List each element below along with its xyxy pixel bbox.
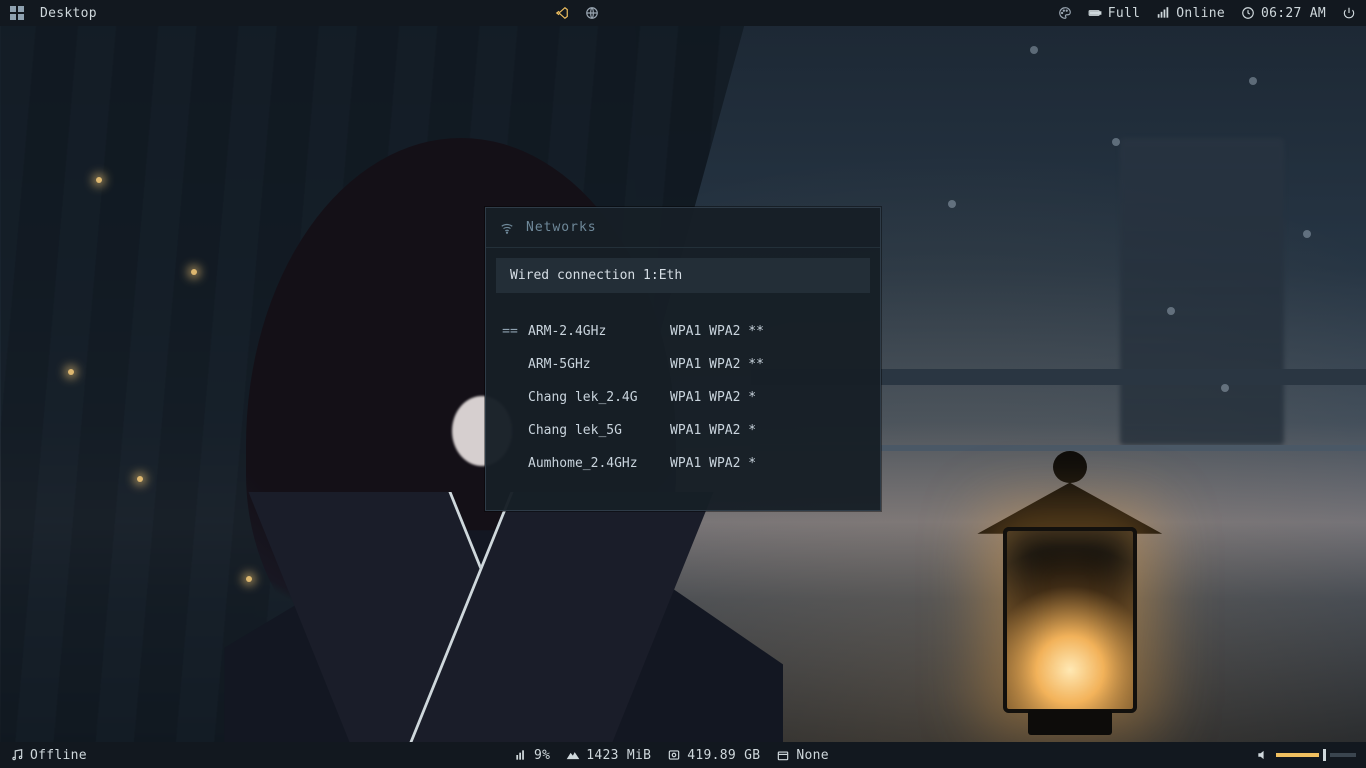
workspace-label: Desktop [40, 6, 97, 21]
clock-label: 06:27 AM [1261, 6, 1326, 21]
network-popup: Networks Wired connection 1:Eth == ARM-2.… [485, 207, 881, 511]
battery-full-icon [1088, 6, 1102, 20]
music-label: Offline [30, 748, 87, 763]
network-security: WPA1 WPA2 * [670, 456, 756, 471]
ram-icon [566, 748, 580, 762]
network-ssid: ARM-5GHz [528, 357, 660, 372]
network-ssid: Chang lek_2.4G [528, 390, 660, 405]
cpu-chart-icon [514, 748, 528, 762]
ram-indicator[interactable]: 1423 MiB [566, 748, 651, 763]
network-ssid: ARM-2.4GHz [528, 324, 660, 339]
volume-control[interactable] [1256, 748, 1356, 762]
network-security: WPA1 WPA2 ** [670, 324, 764, 339]
network-security: WPA1 WPA2 * [670, 390, 756, 405]
cpu-indicator[interactable]: 9% [514, 748, 550, 763]
cpu-label: 9% [534, 748, 550, 763]
volume-icon [1256, 748, 1270, 762]
network-item[interactable]: == ARM-2.4GHz WPA1 WPA2 ** [496, 315, 870, 348]
signal-icon [1156, 6, 1170, 20]
network-selected-entry[interactable]: Wired connection 1:Eth [496, 258, 870, 293]
bottom-bar: Offline 9% 1423 MiB 419.89 GB None [0, 742, 1366, 768]
vscode-icon [555, 6, 569, 20]
network-item[interactable]: Chang lek_5G WPA1 WPA2 * [496, 414, 870, 447]
tray-browser[interactable] [585, 6, 599, 20]
network-list: == ARM-2.4GHz WPA1 WPA2 ** ARM-5GHz WPA1 WPA… [486, 311, 880, 510]
network-item[interactable]: Chang lek_2.4G WPA1 WPA2 * [496, 381, 870, 414]
network-security: WPA1 WPA2 * [670, 423, 756, 438]
network-popup-header: Networks [486, 208, 880, 248]
disk-label: 419.89 GB [687, 748, 760, 763]
updates-indicator[interactable]: None [776, 748, 829, 763]
network-label: Online [1176, 6, 1225, 21]
disk-icon [667, 748, 681, 762]
network-indicator[interactable]: Online [1156, 6, 1225, 21]
network-item[interactable]: Aumhome_2.4GHz WPA1 WPA2 * [496, 447, 870, 480]
ram-label: 1423 MiB [586, 748, 651, 763]
palette-icon [1058, 6, 1072, 20]
wallpaper-lantern [965, 425, 1175, 745]
tray-color-picker[interactable] [1058, 6, 1072, 20]
network-security: WPA1 WPA2 ** [670, 357, 764, 372]
power-button[interactable] [1342, 6, 1356, 20]
music-indicator[interactable]: Offline [10, 748, 87, 763]
network-item[interactable]: ARM-5GHz WPA1 WPA2 ** [496, 348, 870, 381]
volume-slider[interactable] [1276, 752, 1356, 758]
clock-indicator[interactable]: 06:27 AM [1241, 6, 1326, 21]
disk-indicator[interactable]: 419.89 GB [667, 748, 760, 763]
power-icon [1342, 6, 1356, 20]
battery-indicator[interactable]: Full [1088, 6, 1141, 21]
package-icon [776, 748, 790, 762]
battery-label: Full [1108, 6, 1141, 21]
network-selected-label: Wired connection 1:Eth [510, 268, 682, 283]
music-icon [10, 748, 24, 762]
top-bar: Desktop Full Online 06:27 AM [0, 0, 1366, 26]
tray-code-editor[interactable] [555, 6, 569, 20]
network-ssid: Aumhome_2.4GHz [528, 456, 660, 471]
globe-icon [585, 6, 599, 20]
wifi-icon [500, 221, 514, 235]
launcher-button[interactable] [10, 6, 24, 20]
network-popup-title: Networks [526, 220, 597, 235]
workspace-indicator[interactable]: Desktop [40, 6, 97, 21]
updates-label: None [796, 748, 829, 763]
network-connected-mark: == [502, 324, 518, 339]
clock-icon [1241, 6, 1255, 20]
network-ssid: Chang lek_5G [528, 423, 660, 438]
apps-icon [10, 6, 24, 20]
